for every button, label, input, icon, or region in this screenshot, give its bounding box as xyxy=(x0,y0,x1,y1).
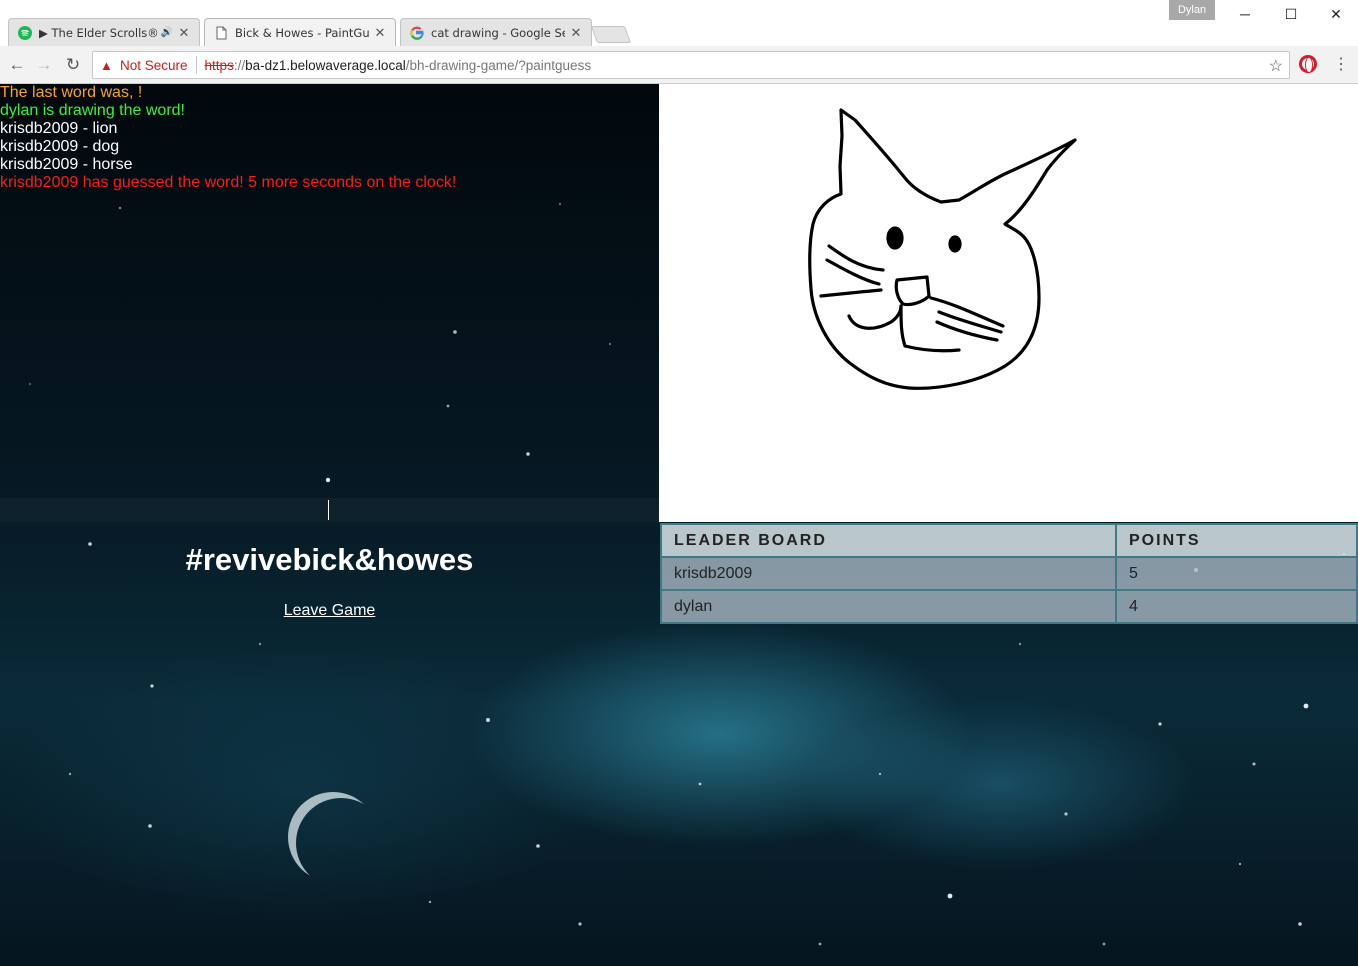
tab-title: cat drawing - Google Sea xyxy=(431,25,565,40)
chat-message-last-word: The last word was, ! xyxy=(0,84,143,101)
spotify-icon xyxy=(17,25,33,41)
planet-crescent xyxy=(288,792,378,882)
text-caret xyxy=(328,500,329,520)
minimize-icon[interactable]: ─ xyxy=(1222,0,1268,28)
guess-sep: - xyxy=(78,120,93,137)
guess-word: lion xyxy=(92,120,118,137)
reload-icon[interactable]: ↻ xyxy=(62,54,84,76)
security-label[interactable]: Not Secure xyxy=(120,58,188,73)
chat-guess: krisdb2009 - dog xyxy=(0,138,659,156)
close-tab-icon[interactable]: ✕ xyxy=(373,25,387,41)
chat-message-drawing: dylan is drawing the word! xyxy=(0,102,185,119)
tab-title: ▶ The Elder Scrolls® xyxy=(39,25,159,40)
new-tab-button[interactable] xyxy=(590,26,632,43)
chat-log: The last word was, ! dylan is drawing th… xyxy=(0,84,659,498)
opera-extension-icon[interactable] xyxy=(1299,55,1317,73)
cat-drawing xyxy=(808,108,1077,390)
guess-sep: - xyxy=(78,156,93,173)
forward-icon[interactable]: → xyxy=(33,54,55,76)
drawing-canvas[interactable] xyxy=(659,84,1358,522)
url-host: ba-dz1.belowaverage.local xyxy=(245,57,406,73)
player-points: 5 xyxy=(1115,556,1358,591)
player-points: 4 xyxy=(1115,589,1358,624)
omnibox-divider xyxy=(195,56,197,74)
close-tab-icon[interactable]: ✕ xyxy=(569,25,583,41)
leaderboard-table: LEADER BOARD POINTS krisdb2009 5 dylan 4 xyxy=(660,523,1358,624)
leaderboard-header-points: POINTS xyxy=(1115,523,1358,558)
player-name: krisdb2009 xyxy=(660,556,1117,591)
url-scheme: https xyxy=(204,57,234,73)
game-page: The last word was, ! dylan is drawing th… xyxy=(0,84,1358,966)
chat-message-guessed: krisdb2009 has guessed the word! 5 more … xyxy=(0,174,457,191)
maximize-icon[interactable]: ☐ xyxy=(1268,0,1314,28)
close-window-icon[interactable]: ✕ xyxy=(1313,0,1358,28)
leaderboard-header-name: LEADER BOARD xyxy=(660,523,1117,558)
tab-title: Bick & Howes - PaintGue xyxy=(235,25,369,40)
table-row: dylan 4 xyxy=(660,589,1358,624)
guess-user: krisdb2009 xyxy=(0,138,79,155)
table-row: krisdb2009 5 xyxy=(660,556,1358,591)
tab-elder-scrolls[interactable]: ▶ The Elder Scrolls® 🔊 ✕ xyxy=(8,18,200,46)
url-separator: :// xyxy=(233,57,246,73)
speaker-icon[interactable]: 🔊 xyxy=(161,27,173,38)
leave-game-link-wrap: Leave Game xyxy=(0,602,659,620)
guess-sep: - xyxy=(78,138,93,155)
guess-word: dog xyxy=(92,138,120,155)
leaderboard-header-row: LEADER BOARD POINTS xyxy=(660,523,1358,558)
bookmark-star-icon[interactable]: ☆ xyxy=(1269,56,1283,76)
play-icon: ▶ xyxy=(39,25,48,40)
leave-game-link[interactable]: Leave Game xyxy=(284,602,376,619)
close-tab-icon[interactable]: ✕ xyxy=(177,25,191,41)
browser-toolbar: ← → ↻ ▲ Not Secure https://ba-dz1.belowa… xyxy=(0,46,1358,84)
tab-cat-drawing[interactable]: cat drawing - Google Sea ✕ xyxy=(400,18,592,46)
tab-paintguess[interactable]: Bick & Howes - PaintGue ✕ xyxy=(204,18,396,46)
back-icon[interactable]: ← xyxy=(6,54,28,76)
guess-input[interactable] xyxy=(0,498,659,522)
browser-chrome: ▶ The Elder Scrolls® 🔊 ✕ Bick & Howes - … xyxy=(0,0,1358,84)
page-title: #revivebick&howes xyxy=(185,542,474,577)
guess-user: krisdb2009 xyxy=(0,156,79,173)
menu-icon[interactable]: ⋮ xyxy=(1333,54,1349,74)
guess-user: krisdb2009 xyxy=(0,120,79,137)
address-bar[interactable]: ▲ Not Secure https://ba-dz1.belowaverage… xyxy=(92,51,1290,79)
player-name: dylan xyxy=(660,589,1117,624)
guess-word: horse xyxy=(92,156,133,173)
tab-strip: ▶ The Elder Scrolls® 🔊 ✕ Bick & Howes - … xyxy=(0,0,1358,46)
google-icon xyxy=(409,25,425,41)
document-icon xyxy=(213,25,229,41)
chat-guess: krisdb2009 - horse xyxy=(0,156,659,174)
warning-icon: ▲ xyxy=(100,57,113,73)
chat-guess: krisdb2009 - lion xyxy=(0,120,659,138)
profile-button[interactable]: Dylan xyxy=(1169,0,1215,20)
url-path: /bh-drawing-game/?paintguess xyxy=(405,57,592,73)
